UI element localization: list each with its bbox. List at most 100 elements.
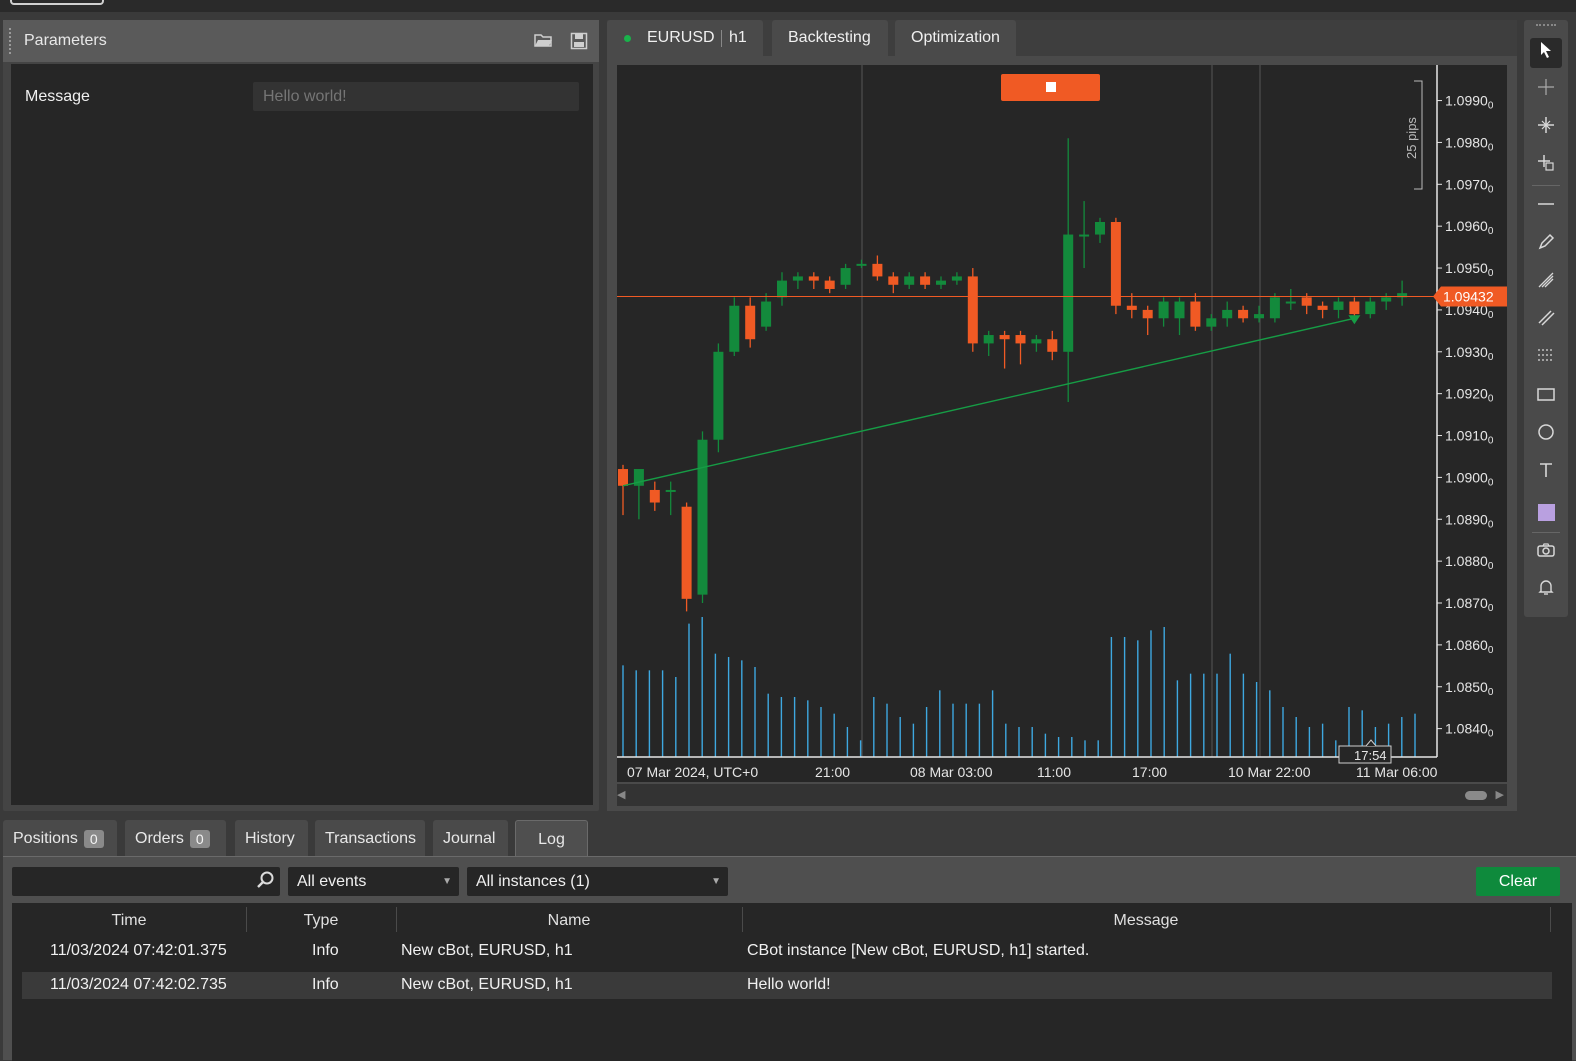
- column-header-name[interactable]: Name: [396, 912, 742, 930]
- candle[interactable]: [1142, 305, 1153, 336]
- candle[interactable]: [618, 464, 628, 516]
- candle[interactable]: [951, 272, 962, 285]
- candle[interactable]: [983, 330, 994, 356]
- candle[interactable]: [1349, 297, 1360, 319]
- tab-history[interactable]: History: [235, 820, 308, 858]
- price-chart[interactable]: 25 pips 1.09900 1.09800 1.09700 1.09600 1.09…: [617, 65, 1507, 782]
- drag-grip-icon[interactable]: [9, 28, 13, 54]
- candle[interactable]: [1381, 293, 1392, 310]
- parameters-header: Parameters: [3, 20, 599, 62]
- add-icon[interactable]: [1530, 151, 1562, 181]
- tab-eurusd-chart[interactable]: EURUSD h1: [607, 20, 763, 56]
- events-filter-select[interactable]: All events ▼: [288, 867, 459, 896]
- tab-positions[interactable]: Positions 0: [3, 820, 117, 858]
- open-folder-icon[interactable]: [533, 32, 553, 50]
- camera-icon[interactable]: [1530, 537, 1562, 567]
- save-icon[interactable]: [569, 32, 589, 50]
- candle[interactable]: [1110, 217, 1121, 315]
- candle[interactable]: [649, 481, 660, 511]
- candle[interactable]: [920, 272, 931, 289]
- scroll-left-icon[interactable]: ◀: [617, 788, 625, 801]
- candle[interactable]: [999, 330, 1010, 369]
- y-tick-label: 1.09500: [1445, 260, 1494, 279]
- candle[interactable]: [1254, 305, 1264, 323]
- tab-backtesting[interactable]: Backtesting: [772, 20, 888, 56]
- candle[interactable]: [665, 481, 676, 516]
- candle[interactable]: [1031, 335, 1042, 352]
- candle[interactable]: [1317, 301, 1328, 319]
- column-header-type[interactable]: Type: [246, 912, 396, 930]
- candle[interactable]: [1397, 280, 1408, 306]
- pencil-icon[interactable]: [1530, 230, 1562, 260]
- candle[interactable]: [1206, 314, 1217, 331]
- table-row[interactable]: 11/03/2024 07:42:02.735 Info New cBot, E…: [22, 972, 1552, 999]
- candle[interactable]: [713, 343, 724, 453]
- candle[interactable]: [1190, 293, 1201, 331]
- candle[interactable]: [1333, 297, 1344, 319]
- candle[interactable]: [633, 469, 644, 520]
- log-search-input[interactable]: [12, 867, 280, 896]
- candle[interactable]: [792, 272, 803, 289]
- candle[interactable]: [856, 259, 867, 269]
- candle[interactable]: [761, 293, 772, 331]
- column-divider[interactable]: [1550, 907, 1551, 932]
- candle[interactable]: [872, 255, 883, 281]
- clear-button[interactable]: Clear: [1476, 867, 1560, 896]
- tab-journal[interactable]: Journal: [433, 820, 508, 858]
- candle[interactable]: [1047, 330, 1058, 361]
- candle[interactable]: [1158, 297, 1169, 327]
- message-input[interactable]: [253, 82, 579, 111]
- candle[interactable]: [729, 297, 740, 356]
- candle[interactable]: [1063, 138, 1074, 403]
- channel-icon[interactable]: [1530, 306, 1562, 336]
- column-header-message[interactable]: Message: [742, 912, 1550, 930]
- rectangle-icon[interactable]: [1530, 382, 1562, 412]
- bell-icon[interactable]: [1530, 575, 1562, 605]
- crosshair-icon[interactable]: [1530, 75, 1562, 105]
- candle[interactable]: [1238, 305, 1249, 323]
- tab-log[interactable]: Log: [515, 820, 588, 858]
- color-swatch-icon[interactable]: [1530, 496, 1562, 526]
- table-row[interactable]: 11/03/2024 07:42:01.375 Info New cBot, E…: [22, 938, 1552, 965]
- horizontal-scrollbar[interactable]: ◀ ▶: [617, 784, 1507, 806]
- candle[interactable]: [904, 272, 915, 289]
- candle[interactable]: [936, 276, 946, 289]
- candle[interactable]: [1174, 297, 1185, 336]
- chart-area[interactable]: 25 pips 1.09900 1.09800 1.09700 1.09600 1.09…: [617, 65, 1507, 782]
- candle[interactable]: [1365, 297, 1376, 319]
- candle[interactable]: [967, 268, 978, 352]
- top-toolbar-button[interactable]: [10, 0, 104, 5]
- candle[interactable]: [681, 502, 692, 612]
- tab-orders[interactable]: Orders 0: [125, 820, 226, 858]
- candle[interactable]: [808, 272, 819, 289]
- y-tick-suffix: 0: [1488, 142, 1494, 153]
- column-header-time[interactable]: Time: [12, 912, 246, 930]
- tab-optimization[interactable]: Optimization: [895, 20, 1016, 56]
- stop-bot-button[interactable]: [1001, 74, 1100, 101]
- scrollbar-thumb[interactable]: [1465, 791, 1487, 800]
- ellipse-icon[interactable]: [1530, 420, 1562, 450]
- horizontal-line-icon[interactable]: [1530, 192, 1562, 222]
- candle[interactable]: [777, 272, 787, 306]
- instances-filter-select[interactable]: All instances (1) ▼: [467, 867, 728, 896]
- candle[interactable]: [888, 272, 899, 294]
- candle[interactable]: [1079, 201, 1090, 269]
- candle[interactable]: [745, 297, 756, 348]
- candle[interactable]: [1015, 330, 1026, 365]
- candle[interactable]: [697, 431, 708, 604]
- candle[interactable]: [1285, 288, 1296, 310]
- candle[interactable]: [1095, 217, 1105, 243]
- text-icon[interactable]: [1530, 458, 1562, 488]
- chevron-down-icon: ▼: [711, 876, 721, 887]
- fibonacci-icon[interactable]: [1530, 268, 1562, 298]
- candle[interactable]: [840, 263, 851, 289]
- candle[interactable]: [824, 276, 835, 294]
- search-icon[interactable]: [256, 870, 276, 895]
- grid-icon[interactable]: [1530, 344, 1562, 374]
- scroll-right-icon[interactable]: ▶: [1496, 788, 1504, 801]
- candle[interactable]: [1222, 301, 1233, 327]
- cursor-icon[interactable]: [1530, 38, 1562, 68]
- candle[interactable]: [1269, 293, 1280, 323]
- tab-transactions[interactable]: Transactions: [315, 820, 425, 858]
- zoom-icon[interactable]: [1530, 113, 1562, 143]
